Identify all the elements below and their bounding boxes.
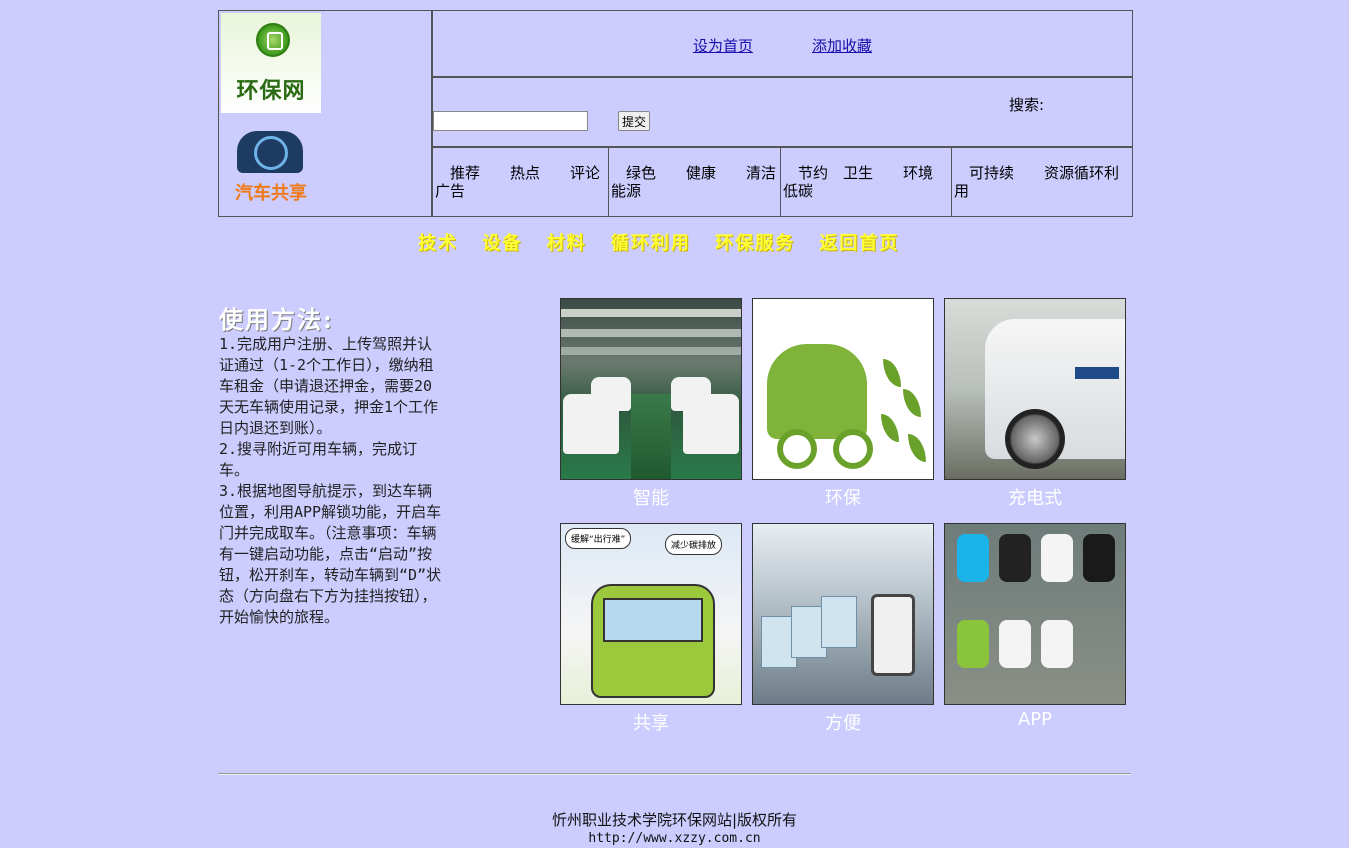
lingpai-icon	[1041, 620, 1073, 668]
page: 环保网 汽车共享 设为首页 添加收藏 搜索: 提交 推荐 热点 评论 广告 绿色…	[0, 0, 1349, 848]
share-bubble-1: 缓解“出行难”	[565, 528, 632, 549]
smart-parking-image	[560, 298, 742, 480]
car2share-icon	[999, 534, 1031, 582]
eco-car-image	[752, 298, 934, 480]
set-homepage-link[interactable]: 设为首页	[693, 35, 753, 56]
evcard-icon	[957, 620, 989, 668]
nav-cell-sustainable[interactable]: 可持续 资源循环利用	[952, 148, 1132, 216]
usage-step-3: 3.根据地图导航提示，到达车辆位置，利用APP解锁功能，开启车门并完成取车。（注…	[219, 482, 442, 626]
footer-url[interactable]: http://www.xzzy.com.cn	[0, 831, 1349, 846]
gallery-caption: 环保	[825, 488, 861, 509]
panda-icon	[1041, 534, 1073, 582]
usage-text: 1.完成用户注册、上传驾照并认证通过（1-2个工作日），缴纳租车租金（申请退还押…	[219, 334, 444, 628]
charging-car-image	[944, 298, 1126, 480]
add-favorite-link[interactable]: 添加收藏	[812, 35, 872, 56]
usage-step-1: 1.完成用户注册、上传驾照并认证通过（1-2个工作日），缴纳租车租金（申请退还押…	[219, 335, 439, 437]
search-submit-button[interactable]: 提交	[618, 111, 651, 131]
gallery-caption: APP	[1017, 709, 1053, 730]
togo-icon	[1083, 534, 1115, 582]
car-icon	[237, 131, 303, 173]
search-label: 搜索:	[1009, 96, 1045, 114]
recycle-icon	[256, 23, 290, 57]
logo-cell: 环保网 汽车共享	[219, 11, 433, 216]
usage-step-2: 2.搜寻附近可用车辆，完成订车。	[219, 440, 418, 479]
header-table: 环保网 汽车共享 设为首页 添加收藏 搜索: 提交 推荐 热点 评论 广告 绿色…	[218, 10, 1133, 217]
category-menu: 技术 设备 材料 循环利用 环保服务 返回首页	[418, 229, 915, 255]
app-icons-image	[944, 523, 1126, 705]
category-env-service[interactable]: 环保服务	[715, 233, 795, 254]
share-bubble-2: 减少碳排放	[665, 534, 723, 555]
phone-icon	[871, 594, 915, 676]
reachnow-logo	[1075, 367, 1119, 379]
category-materials[interactable]: 材料	[547, 233, 587, 254]
usage-title: 使用方法:	[219, 305, 334, 334]
gallery-caption: 充电式	[1008, 488, 1062, 509]
gallery-caption: 方便	[825, 713, 861, 734]
gallery-item-charge[interactable]: 充电式	[944, 298, 1128, 510]
search-row: 搜索: 提交	[433, 78, 1132, 148]
category-equipment[interactable]: 设备	[482, 233, 522, 254]
gallery-caption: 智能	[633, 488, 669, 509]
car2go-icon	[957, 534, 989, 582]
gallery-item-convenient[interactable]: 方便	[752, 523, 936, 735]
nav-row: 推荐 热点 评论 广告 绿色 健康 清洁 能源 节约 卫生 环境 低碳 可持续 …	[433, 148, 1132, 216]
car-share-logo-text: 汽车共享	[235, 183, 307, 204]
top-links-row: 设为首页 添加收藏	[433, 11, 1132, 78]
site-logo-text: 环保网	[236, 79, 306, 104]
car-sharing-cartoon-image: 缓解“出行难” 减少碳排放	[560, 523, 742, 705]
site-logo[interactable]: 环保网	[221, 13, 321, 113]
category-recycling[interactable]: 循环利用	[611, 233, 691, 254]
gallery-item-app[interactable]: APP	[944, 523, 1128, 730]
nav-cell-save[interactable]: 节约 卫生 环境 低碳	[781, 148, 963, 216]
nav-cell-green[interactable]: 绿色 健康 清洁 能源	[609, 148, 806, 216]
gallery-item-share[interactable]: 缓解“出行难” 减少碳排放 共享	[560, 523, 744, 735]
footer-copyright: 忻州职业技术学院环保网站|版权所有	[551, 811, 798, 829]
convenient-app-image	[752, 523, 934, 705]
category-tech[interactable]: 技术	[418, 233, 458, 254]
gallery-item-eco[interactable]: 环保	[752, 298, 936, 510]
gallery-caption: 共享	[633, 713, 669, 734]
gallery-item-smart[interactable]: 智能	[560, 298, 744, 510]
nav-cell-recommend[interactable]: 推荐 热点 评论 广告	[433, 148, 630, 216]
footer-divider	[218, 773, 1131, 775]
car-share-logo[interactable]: 汽车共享	[221, 131, 321, 204]
yidao-icon	[999, 620, 1031, 668]
search-input[interactable]	[433, 111, 588, 131]
category-home[interactable]: 返回首页	[819, 233, 899, 254]
